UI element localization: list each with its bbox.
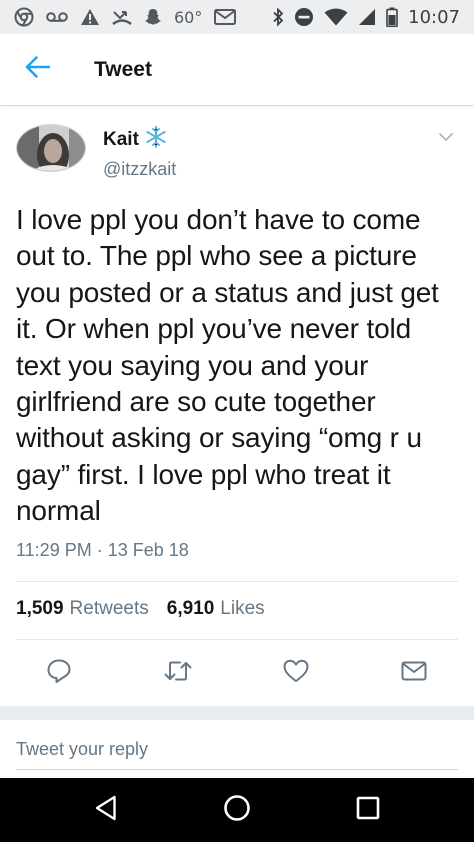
status-bar-right: 10:07 [272,7,460,28]
display-name-row: Kait [103,126,176,153]
tweet-timestamp: 11:29 PM · 13 Feb 18 [16,540,189,560]
wifi-icon [324,8,348,26]
nav-home-button[interactable] [207,780,267,840]
display-name[interactable]: Kait [103,129,139,151]
tweet-author: Kait @itzzkait [16,124,458,180]
tweet-stats: 1,509 Retweets 6,910 Likes [16,598,265,620]
reply-icon [46,658,72,689]
likes-stat[interactable]: 6,910 Likes [167,598,265,620]
like-icon [283,659,309,688]
temperature-text: 60° [174,7,203,27]
retweets-label: Retweets [69,598,149,619]
likes-count: 6,910 [166,598,215,619]
tweet-options-button[interactable] [434,126,458,150]
share-icon [401,660,427,687]
author-handle[interactable]: @itzzkait [103,159,176,180]
back-button[interactable] [8,40,68,100]
gmail-icon [214,9,237,25]
bluetooth-icon [272,7,284,27]
recents-square-icon [356,796,380,825]
tweet-text: I love ppl you don’t have to come out to… [16,204,439,527]
app-header: Tweet [0,34,474,106]
avatar[interactable] [16,124,86,172]
nav-back-button[interactable] [76,780,136,840]
nav-recents-button[interactable] [338,780,398,840]
missed-call-icon [112,8,132,26]
do-not-disturb-icon [294,7,314,27]
status-bar-left: 60° [14,7,237,27]
status-bar: 60° 10:07 [0,0,474,34]
retweet-button[interactable] [156,651,200,695]
section-separator [0,706,474,720]
like-button[interactable] [274,651,318,695]
reply-button[interactable] [37,651,81,695]
divider [16,581,458,582]
chevron-down-icon [438,129,454,147]
snowflake-icon [145,126,167,153]
snapchat-icon [144,8,162,26]
signal-icon [358,8,376,26]
tweet-actions [0,651,474,695]
back-arrow-icon [25,56,51,83]
retweet-icon [163,659,193,688]
voicemail-icon [46,10,68,24]
likes-label: Likes [220,598,265,619]
battery-icon [386,7,398,27]
share-button[interactable] [392,651,436,695]
divider [16,639,458,640]
chrome-icon [14,7,34,27]
author-names: Kait @itzzkait [103,126,176,180]
retweets-stat[interactable]: 1,509 Retweets [16,598,149,620]
retweets-count: 1,509 [16,598,64,619]
clock-time: 10:07 [408,6,460,28]
reply-composer [0,720,474,778]
warning-icon [80,8,100,26]
page-title: Tweet [94,57,152,81]
home-circle-icon [223,794,251,827]
reply-input[interactable] [16,736,458,770]
back-triangle-icon [94,795,118,826]
system-nav-bar [0,778,474,842]
